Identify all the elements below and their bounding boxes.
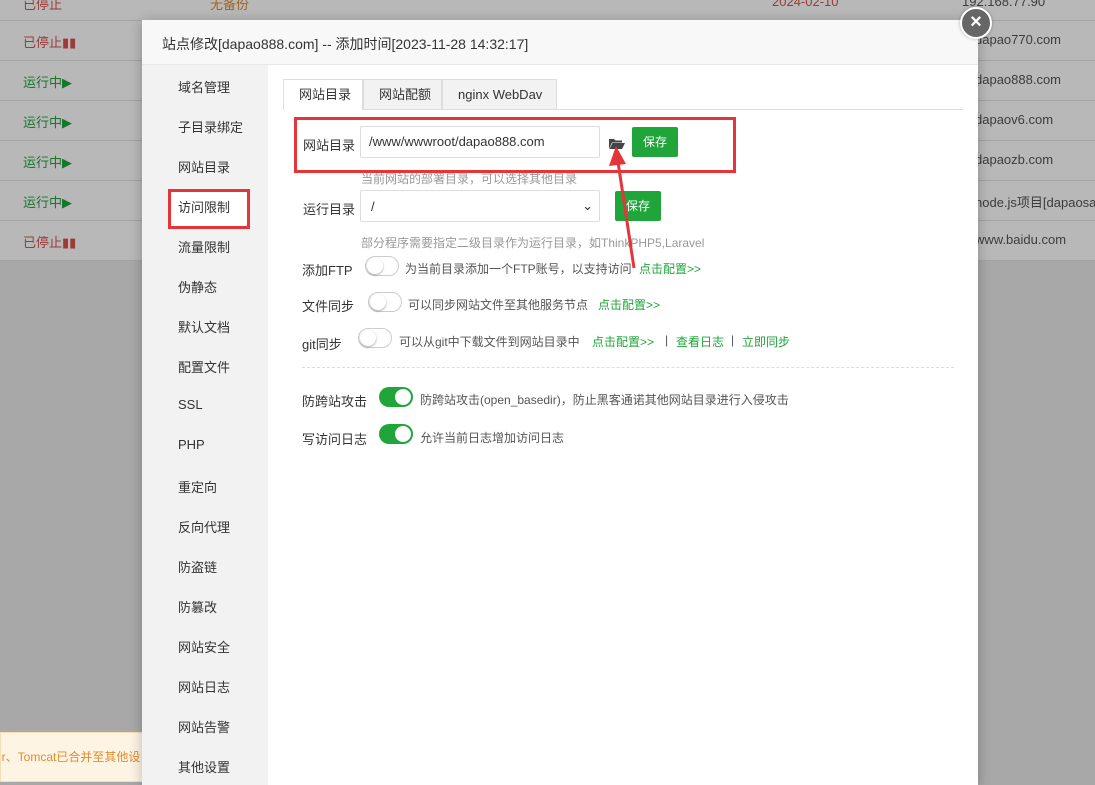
- annotation-arrow: [609, 146, 636, 269]
